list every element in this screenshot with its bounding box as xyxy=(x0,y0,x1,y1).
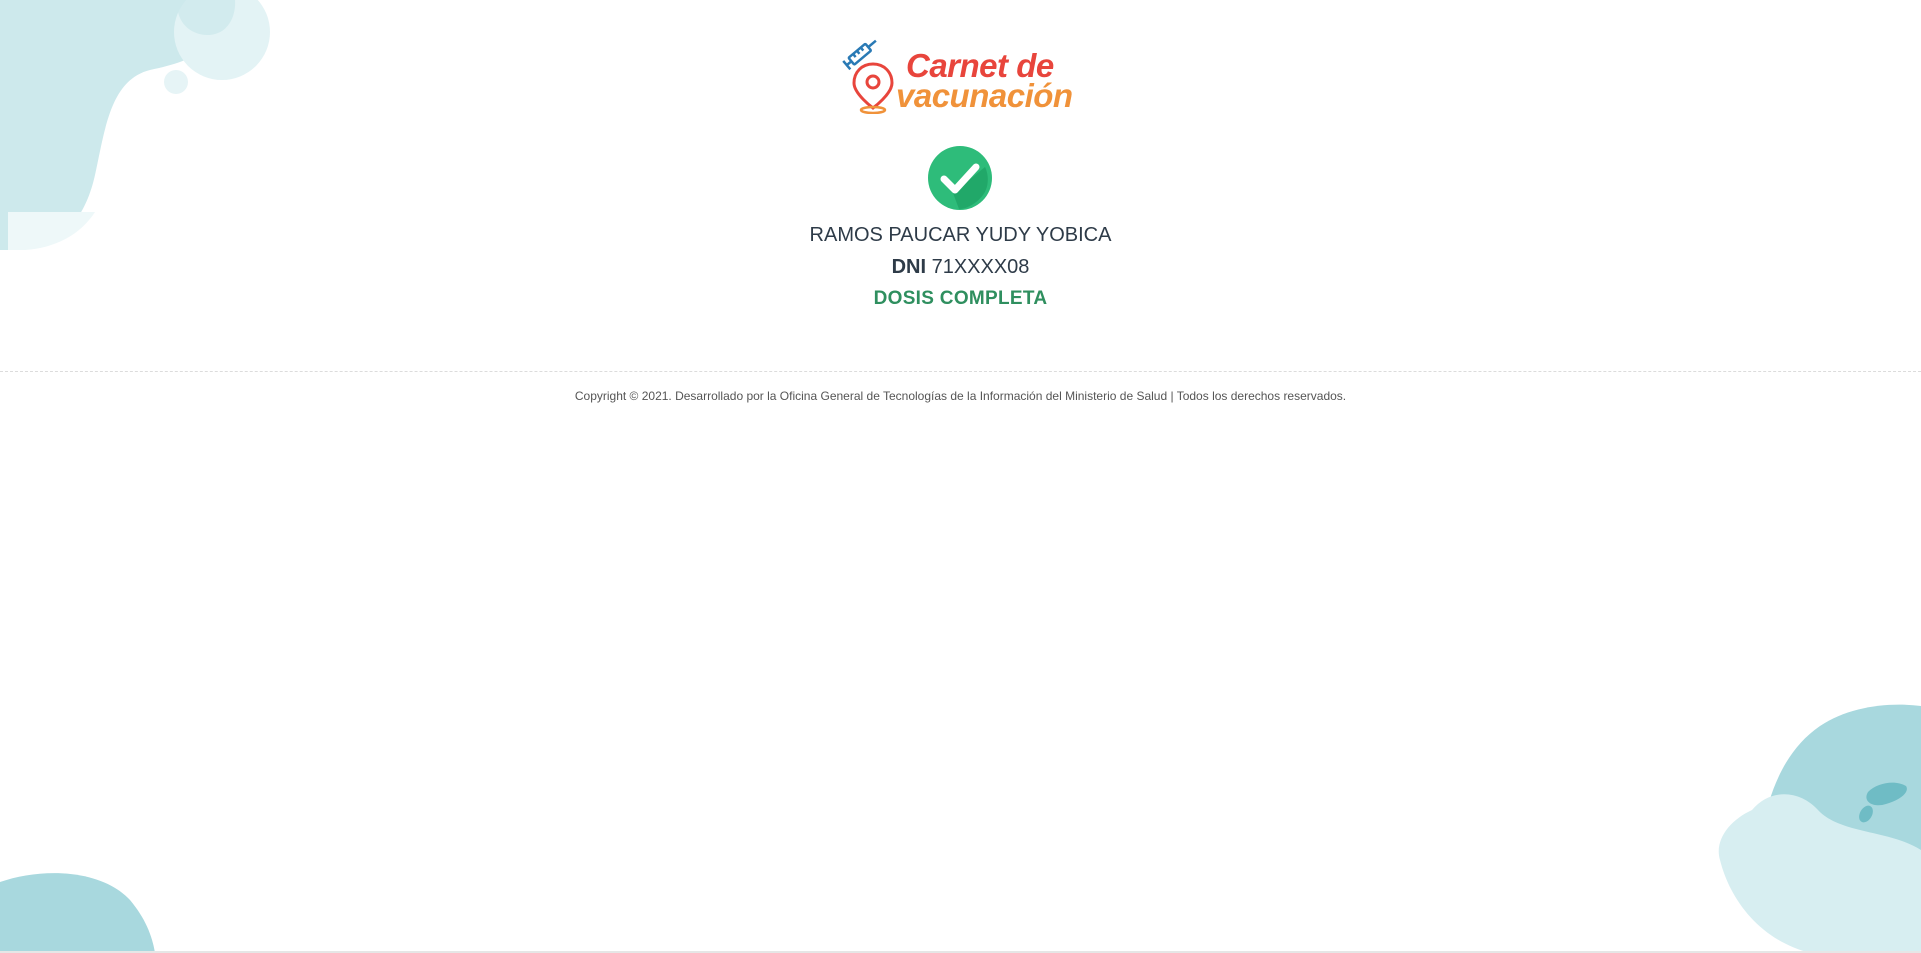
bottom-right-decoration xyxy=(1718,704,1921,953)
page: Carnet de vacunación RAMOS PAUCAR YUDY Y… xyxy=(0,0,1921,953)
footer-copyright: Copyright © 2021. Desarrollado por la Of… xyxy=(574,389,1347,403)
dni-line: DNI 71XXXX08 xyxy=(0,254,1921,280)
vaccination-status: DOSIS COMPLETA xyxy=(873,288,1048,309)
bottom-left-decoration xyxy=(0,873,155,953)
top-left-decoration xyxy=(0,0,270,250)
logo: Carnet de vacunación xyxy=(840,34,1080,114)
person-name: RAMOS PAUCAR YUDY YOBICA xyxy=(809,224,1112,246)
dni-value: 71XXXX08 xyxy=(931,256,1030,278)
logo-title-line2: vacunación xyxy=(896,77,1073,114)
syringe-location-pin-icon xyxy=(842,39,894,114)
check-circle-icon xyxy=(928,146,992,210)
dni-label: DNI xyxy=(891,256,927,278)
divider xyxy=(0,371,1921,372)
